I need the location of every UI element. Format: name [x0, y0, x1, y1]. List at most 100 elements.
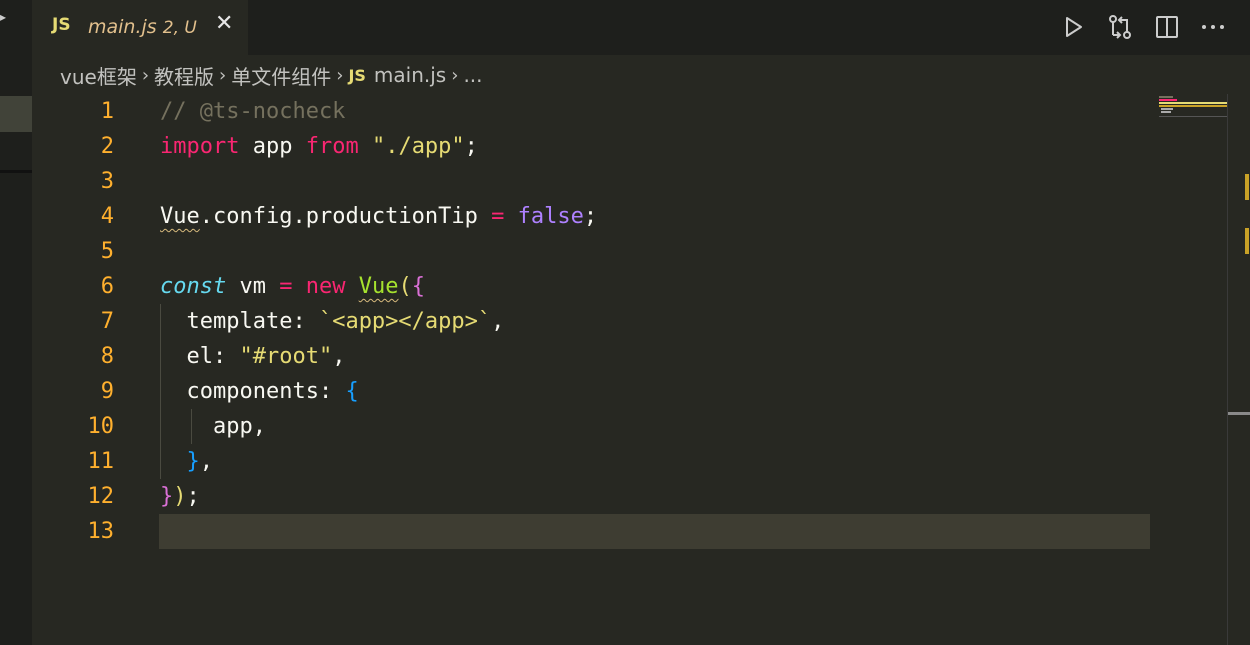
code-text: app, — [160, 409, 266, 444]
line-number: 11 — [87, 449, 115, 474]
code-token: ; — [464, 134, 478, 159]
code-token: .config.productionTip — [199, 204, 492, 229]
breadcrumb-item[interactable]: 单文件组件 — [231, 61, 331, 90]
code-token: new — [305, 274, 346, 299]
code-token: components: — [160, 379, 346, 404]
more-actions-icon[interactable] — [1200, 14, 1226, 40]
code-text: Vue.config.productionTip = false; — [160, 199, 597, 234]
code-token: = — [491, 204, 505, 229]
run-icon[interactable] — [1060, 14, 1086, 40]
code-token: "./app" — [371, 134, 465, 159]
code-token: template: — [160, 309, 319, 334]
line-number: 12 — [87, 484, 115, 509]
code-token: import — [160, 134, 240, 159]
vertical-scrollbar[interactable] — [1227, 94, 1250, 645]
breadcrumb-file[interactable]: main.js — [374, 63, 446, 87]
line-number: 3 — [100, 169, 114, 194]
warning-marker — [1245, 228, 1249, 254]
selected-explorer-item[interactable] — [0, 96, 32, 132]
code-token: , — [199, 449, 213, 474]
code-line[interactable]: 10 app, — [32, 409, 1182, 444]
code-token: false — [517, 204, 584, 229]
sidebar-edge: ▸ — [0, 0, 32, 645]
code-token: vm — [226, 274, 280, 299]
close-icon[interactable]: ✕ — [215, 11, 233, 36]
code-line[interactable]: 4 Vue.config.productionTip = false; — [32, 199, 1182, 234]
code-token: from — [305, 134, 359, 159]
chevron-right-icon: › — [451, 64, 459, 86]
code-line[interactable]: 7 template: `<app></app>`, — [32, 304, 1182, 339]
code-text: template: `<app></app>`, — [160, 304, 504, 339]
line-number: 13 — [87, 519, 115, 544]
chevron-right-icon: › — [219, 64, 227, 86]
collapse-caret[interactable]: ▸ — [0, 10, 6, 24]
split-editor-icon[interactable] — [1154, 14, 1180, 40]
sidebar-divider — [0, 170, 32, 173]
code-text: // @ts-nocheck — [160, 94, 345, 129]
code-token: app — [239, 134, 306, 159]
line-number: 2 — [100, 134, 114, 159]
minimap[interactable] — [1155, 94, 1229, 124]
line-number: 8 — [100, 344, 114, 369]
code-token: "#root" — [239, 344, 333, 369]
line-number: 4 — [100, 204, 114, 229]
code-token: ) — [173, 484, 187, 509]
code-text: }); — [160, 479, 200, 514]
line-number: 7 — [100, 309, 114, 334]
chevron-right-icon: › — [141, 64, 150, 86]
tab-main-js[interactable]: JS main.js 2, U ✕ — [32, 0, 248, 55]
breadcrumb: vue框架 › 教程版 › 单文件组件 › JS main.js › ... — [60, 60, 483, 90]
source-compare-icon[interactable] — [1107, 14, 1133, 40]
chevron-right-icon: › — [336, 64, 344, 86]
code-line[interactable]: 12}); — [32, 479, 1182, 514]
code-token: } — [160, 484, 174, 509]
code-token: Vue — [160, 204, 200, 229]
js-file-icon: JS — [348, 65, 366, 85]
tab-label: main.js 2, U — [88, 16, 197, 38]
code-line[interactable]: 3 — [32, 164, 1182, 199]
code-text: const vm = new Vue({ — [160, 269, 425, 304]
code-token: ; — [583, 204, 598, 229]
code-line[interactable]: 8 el: "#root", — [32, 339, 1182, 374]
code-line[interactable]: 11 }, — [32, 444, 1182, 479]
breadcrumb-item[interactable]: 教程版 — [154, 61, 214, 90]
line-number: 10 — [87, 414, 115, 439]
code-token: app, — [160, 414, 266, 439]
code-token: ( — [398, 274, 412, 299]
line-number: 9 — [100, 379, 114, 404]
code-token: `<app></app>` — [318, 309, 492, 334]
tab-status: 2, U — [162, 18, 197, 38]
code-text: components: { — [160, 374, 359, 409]
code-token: , — [491, 309, 505, 334]
code-token: ; — [186, 484, 200, 509]
breadcrumb-item[interactable]: vue框架 — [60, 61, 137, 90]
js-file-icon: JS — [52, 15, 71, 35]
breadcrumb-symbols[interactable]: ... — [463, 63, 482, 87]
code-line[interactable]: 2 import app from "./app"; — [32, 129, 1182, 164]
line-number: 6 — [100, 274, 114, 299]
warning-marker — [1245, 174, 1249, 200]
code-token: , — [332, 344, 346, 369]
scroll-position-marker — [1228, 412, 1250, 415]
code-line[interactable]: 6 const vm = new Vue({ — [32, 269, 1182, 304]
code-token: // @ts-nocheck — [160, 99, 346, 124]
indent-guide — [160, 304, 161, 479]
code-token: Vue — [358, 274, 399, 299]
code-line[interactable]: 9 components: { — [32, 374, 1182, 409]
code-token: { — [411, 274, 425, 299]
line-number: 5 — [100, 239, 114, 264]
code-editor[interactable]: 1 // @ts-nocheck 2 import app from "./app";… — [32, 94, 1228, 645]
code-token: = — [279, 274, 293, 299]
code-line[interactable]: 5 — [32, 234, 1182, 269]
code-token: } — [186, 449, 200, 474]
indent-guide — [191, 409, 192, 444]
code-token: el: — [160, 344, 240, 369]
code-text: import app from "./app"; — [160, 129, 478, 164]
code-line[interactable]: 13 — [32, 514, 1182, 549]
code-text: el: "#root", — [160, 339, 345, 374]
code-line[interactable]: 1 // @ts-nocheck — [32, 94, 1182, 129]
code-token: { — [345, 379, 359, 404]
